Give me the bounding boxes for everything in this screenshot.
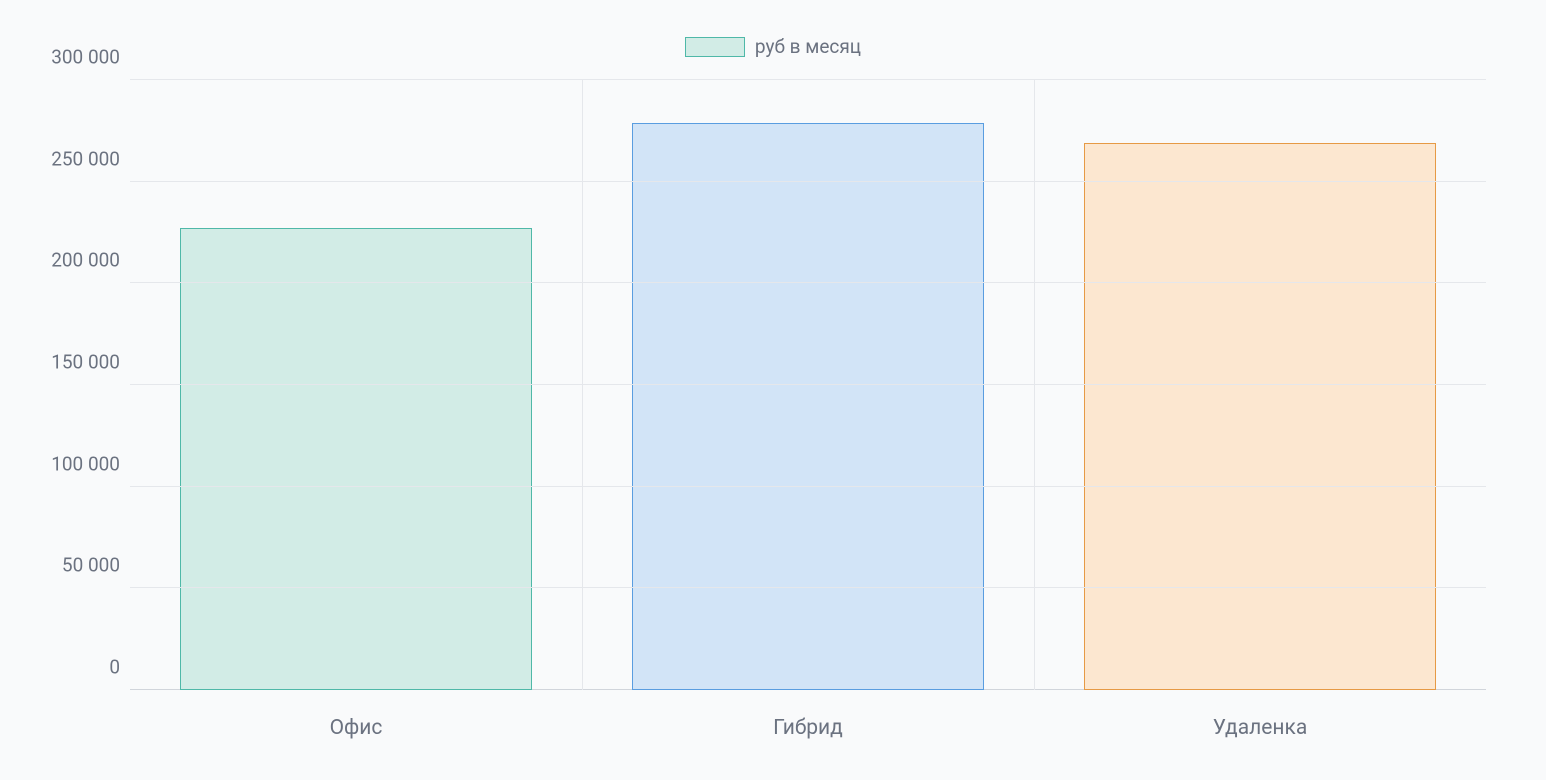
x-tick-label: Гибрид xyxy=(582,716,1034,740)
y-tick-label: 50 000 xyxy=(20,554,120,577)
bar xyxy=(180,228,533,690)
gridline-vertical xyxy=(582,80,583,690)
bar-slot xyxy=(130,80,582,690)
bars-container xyxy=(130,80,1486,690)
bar-slot xyxy=(1034,80,1486,690)
gridline xyxy=(130,587,1486,588)
bar xyxy=(632,123,985,690)
gridline xyxy=(130,181,1486,182)
y-tick-label: 200 000 xyxy=(20,249,120,272)
x-axis-labels: ОфисГибридУдаленка xyxy=(130,716,1486,740)
x-tick-label: Офис xyxy=(130,716,582,740)
gridline xyxy=(130,282,1486,283)
bar-chart: руб в месяц 050 000100 000150 000200 000… xyxy=(0,0,1546,780)
gridline-vertical xyxy=(1034,80,1035,690)
legend: руб в месяц xyxy=(0,35,1546,58)
bar xyxy=(1084,143,1437,690)
gridline xyxy=(130,79,1486,80)
x-tick-label: Удаленка xyxy=(1034,716,1486,740)
bar-slot xyxy=(582,80,1034,690)
y-tick-label: 100 000 xyxy=(20,452,120,475)
y-tick-label: 0 xyxy=(20,656,120,679)
y-tick-label: 300 000 xyxy=(20,46,120,69)
legend-swatch xyxy=(685,37,745,57)
y-tick-label: 250 000 xyxy=(20,147,120,170)
legend-label: руб в месяц xyxy=(755,35,861,58)
y-tick-label: 150 000 xyxy=(20,351,120,374)
gridline xyxy=(130,486,1486,487)
gridline xyxy=(130,384,1486,385)
plot-area: 050 000100 000150 000200 000250 000300 0… xyxy=(130,80,1486,690)
